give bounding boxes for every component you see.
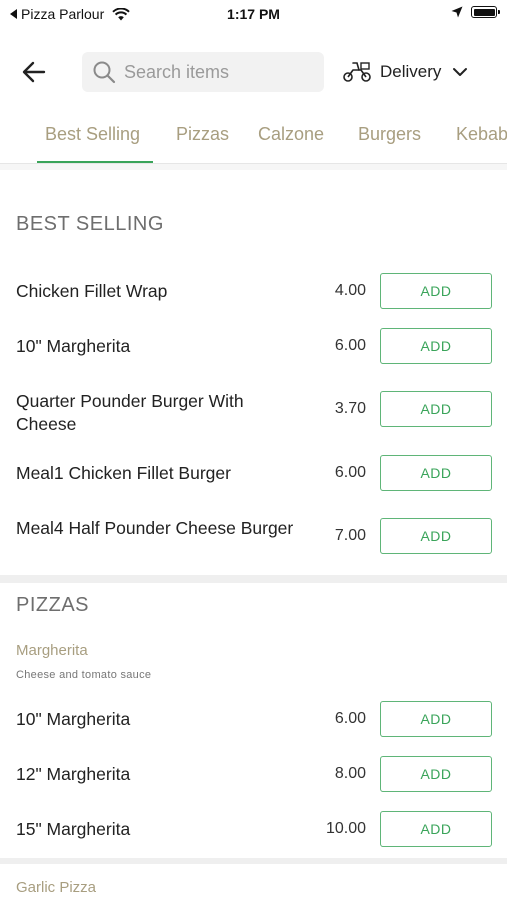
group-title: Garlic Pizza <box>16 879 97 896</box>
category-tabs: Best Selling Pizzas Calzone Burgers Keba… <box>0 116 507 164</box>
item-price: 6.00 <box>334 464 366 481</box>
item-price: 8.00 <box>334 765 366 782</box>
group-title: Margherita <box>16 642 88 659</box>
add-button[interactable]: ADD <box>380 455 492 491</box>
section-divider <box>0 858 507 864</box>
status-bar: Pizza Parlour 1:17 PM <box>0 0 507 28</box>
item-name: Meal4 Half Pounder Cheese Burger <box>16 518 294 538</box>
tab-kebab[interactable]: Kebab <box>456 124 507 145</box>
item-price: 6.00 <box>334 710 366 727</box>
battery-icon <box>471 6 500 18</box>
item-name: 10" Margherita <box>16 336 131 356</box>
status-right <box>451 6 500 18</box>
top-bar: Delivery <box>0 44 507 100</box>
chevron-down-icon <box>453 68 468 76</box>
add-button[interactable]: ADD <box>380 811 492 847</box>
delivery-selector[interactable]: Delivery <box>342 56 471 88</box>
back-arrow-icon <box>22 61 46 83</box>
item-price: 7.00 <box>334 527 366 544</box>
status-time: 1:17 PM <box>227 6 280 22</box>
item-name: Quarter Pounder Burger With Cheese <box>16 391 244 434</box>
item-name: 12" Margherita <box>16 764 131 784</box>
location-arrow-icon <box>451 6 463 18</box>
item-price: 4.00 <box>334 282 366 299</box>
search-box[interactable] <box>82 52 324 92</box>
search-icon <box>93 61 116 84</box>
scooter-icon <box>343 62 371 82</box>
item-name: 10" Margherita <box>16 709 131 729</box>
item-name: 15" Margherita <box>16 819 131 839</box>
add-button[interactable]: ADD <box>380 273 492 309</box>
tab-best-selling[interactable]: Best Selling <box>45 124 140 145</box>
tab-pizzas[interactable]: Pizzas <box>176 124 229 145</box>
group-description: Cheese and tomato sauce <box>16 669 152 681</box>
item-price: 6.00 <box>334 337 366 354</box>
back-button[interactable] <box>20 58 52 86</box>
add-button[interactable]: ADD <box>380 756 492 792</box>
item-price: 3.70 <box>334 400 366 417</box>
tab-calzone[interactable]: Calzone <box>258 124 324 145</box>
delivery-label: Delivery <box>380 62 442 81</box>
add-button[interactable]: ADD <box>380 328 492 364</box>
section-title-best-selling: BEST SELLING <box>16 213 164 235</box>
item-name: Chicken Fillet Wrap <box>16 281 168 301</box>
add-button[interactable]: ADD <box>380 518 492 554</box>
search-input[interactable] <box>124 61 314 83</box>
item-name: Meal1 Chicken Fillet Burger <box>16 463 231 483</box>
add-button[interactable]: ADD <box>380 701 492 737</box>
add-button[interactable]: ADD <box>380 391 492 427</box>
divider <box>0 164 507 170</box>
item-price: 10.00 <box>325 820 366 837</box>
section-divider <box>0 575 507 583</box>
section-title-pizzas: PIZZAS <box>16 594 90 616</box>
tab-burgers[interactable]: Burgers <box>358 124 421 145</box>
